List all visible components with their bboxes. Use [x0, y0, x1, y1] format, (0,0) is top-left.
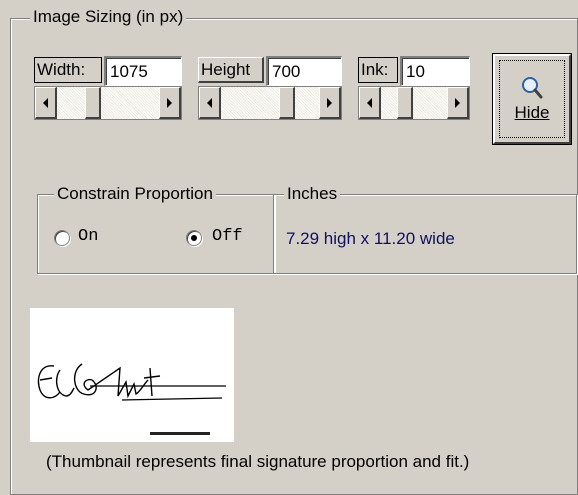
magnifier-icon: [522, 77, 543, 99]
constrain-off-label: Off: [212, 227, 243, 246]
arrow-right-icon: [455, 97, 460, 108]
arrow-right-icon: [327, 97, 332, 108]
radio-selected-dot: [191, 235, 197, 241]
scroll-thumb[interactable]: [85, 87, 101, 119]
arrow-left-icon: [207, 97, 212, 108]
scroll-left-button[interactable]: [199, 87, 221, 119]
inches-value: 7.29 high x 11.20 wide: [286, 229, 455, 248]
scroll-left-button[interactable]: [35, 87, 57, 119]
scroll-thumb[interactable]: [397, 87, 413, 119]
scroll-right-button[interactable]: [319, 87, 341, 119]
scroll-right-button[interactable]: [447, 87, 469, 119]
hide-button-label: Hide: [514, 103, 550, 122]
height-label: Height: [198, 57, 264, 83]
ink-label: Ink:: [358, 57, 398, 83]
hide-button[interactable]: Hide: [492, 53, 572, 145]
ink-scrollbar[interactable]: [358, 86, 470, 120]
ink-input[interactable]: [400, 56, 470, 86]
width-input[interactable]: [104, 56, 182, 86]
image-sizing-title: Image Sizing (in px): [30, 8, 187, 26]
height-scrollbar[interactable]: [198, 86, 342, 120]
signature-thumbnail: [30, 308, 234, 442]
width-scrollbar[interactable]: [34, 86, 182, 120]
scroll-thumb[interactable]: [279, 87, 295, 119]
height-input[interactable]: [266, 56, 342, 86]
arrow-left-icon: [367, 97, 372, 108]
arrow-right-icon: [167, 97, 172, 108]
constrain-on-label: On: [78, 227, 99, 246]
constrain-off-radio[interactable]: [186, 230, 202, 246]
scroll-left-button[interactable]: [359, 87, 381, 119]
constrain-title: Constrain Proportion: [54, 185, 216, 203]
scroll-right-button[interactable]: [159, 87, 181, 119]
width-label: Width:: [34, 57, 102, 83]
signature-image: [37, 363, 226, 435]
constrain-on-radio[interactable]: [54, 230, 70, 246]
thumbnail-caption: (Thumbnail represents final signature pr…: [46, 452, 470, 471]
inches-title: Inches: [284, 185, 341, 203]
arrow-left-icon: [43, 97, 48, 108]
